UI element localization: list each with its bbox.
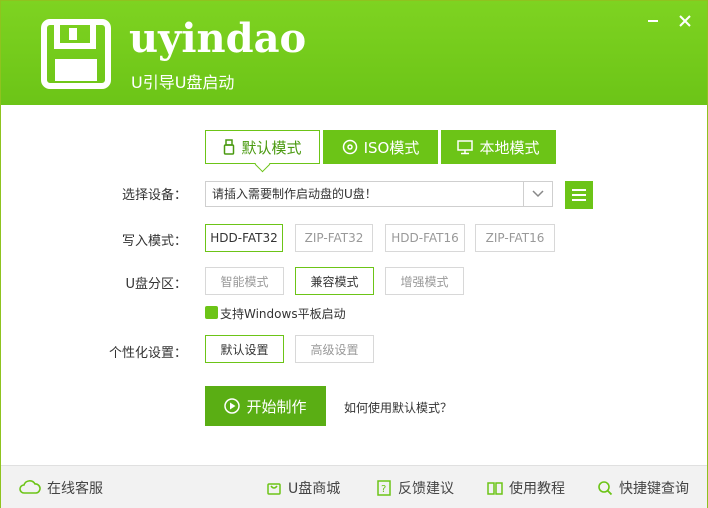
app-window: uyindao U引导U盘启动 默认模式 ISO模式 本地模式 选择设备： 请插… xyxy=(0,0,708,508)
shortcut-query-link[interactable]: 快捷键查询 xyxy=(597,478,689,498)
device-menu-button[interactable] xyxy=(565,181,593,209)
write-mode-label: 写入模式： xyxy=(121,234,187,249)
start-button-label: 开始制作 xyxy=(246,397,307,416)
floppy-logo-icon xyxy=(41,19,111,89)
minimize-button[interactable] xyxy=(641,11,665,35)
header-banner: uyindao U引导U盘启动 xyxy=(1,1,707,105)
shopping-bag-icon xyxy=(267,483,281,495)
partition-smart-mode[interactable]: 智能模式 xyxy=(205,267,284,295)
partition-compatible-mode[interactable]: 兼容模式 xyxy=(295,267,374,295)
online-service-link[interactable]: 在线客服 xyxy=(19,478,103,498)
tab-label: ISO模式 xyxy=(363,138,420,157)
footer-bar: 在线客服 U盘商城 ? 反馈建议 使用教程 快捷键查询 xyxy=(1,465,707,508)
help-link[interactable]: 如何使用默认模式？ xyxy=(344,399,452,416)
device-select[interactable]: 请插入需要制作启动盘的U盘！ xyxy=(205,181,553,207)
play-icon xyxy=(224,398,241,414)
brand-tagline: U引导U盘启动 xyxy=(131,73,235,92)
start-making-button[interactable]: 开始制作 xyxy=(205,386,326,426)
partition-label: U盘分区： xyxy=(125,277,187,292)
partition-enhanced-mode[interactable]: 增强模式 xyxy=(385,267,464,295)
feedback-icon: ? xyxy=(377,480,391,496)
write-mode-zip-fat32[interactable]: ZIP-FAT32 xyxy=(295,224,373,252)
cloud-chat-icon xyxy=(19,480,41,494)
write-mode-zip-fat16[interactable]: ZIP-FAT16 xyxy=(475,224,555,252)
personalize-default-settings[interactable]: 默认设置 xyxy=(205,335,284,363)
windows-tablet-label: 支持Windows平板启动 xyxy=(220,307,346,321)
personalize-advanced-settings[interactable]: 高级设置 xyxy=(295,335,374,363)
search-icon xyxy=(598,481,613,496)
write-mode-hdd-fat16[interactable]: HDD-FAT16 xyxy=(385,224,465,252)
monitor-icon xyxy=(457,139,474,155)
svg-text:?: ? xyxy=(381,484,386,495)
chevron-down-icon[interactable] xyxy=(523,182,552,206)
feedback-link[interactable]: ? 反馈建议 xyxy=(376,478,454,498)
write-mode-hdd-fat32[interactable]: HDD-FAT32 xyxy=(205,224,283,252)
tab-default-mode[interactable]: 默认模式 xyxy=(205,130,320,164)
tab-label: 默认模式 xyxy=(241,138,302,157)
minimize-icon xyxy=(648,20,658,22)
tab-local-mode[interactable]: 本地模式 xyxy=(441,130,556,164)
tab-label: 本地模式 xyxy=(479,138,540,157)
device-select-value: 请插入需要制作启动盘的U盘！ xyxy=(212,187,377,201)
mode-tabs: 默认模式 ISO模式 本地模式 xyxy=(205,130,559,164)
tutorial-link[interactable]: 使用教程 xyxy=(487,478,565,498)
usb-shop-link[interactable]: U盘商城 xyxy=(266,478,340,498)
device-label: 选择设备： xyxy=(121,188,187,203)
usb-icon xyxy=(223,139,235,155)
tab-iso-mode[interactable]: ISO模式 xyxy=(323,130,438,164)
menu-icon xyxy=(572,189,586,201)
close-button[interactable] xyxy=(673,11,697,35)
close-icon xyxy=(679,15,691,27)
brand-name: uyindao xyxy=(129,15,307,62)
personalize-label: 个性化设置： xyxy=(108,346,187,361)
disc-icon xyxy=(342,139,358,155)
windows-tablet-checkbox[interactable] xyxy=(205,306,218,319)
book-icon xyxy=(487,482,503,495)
